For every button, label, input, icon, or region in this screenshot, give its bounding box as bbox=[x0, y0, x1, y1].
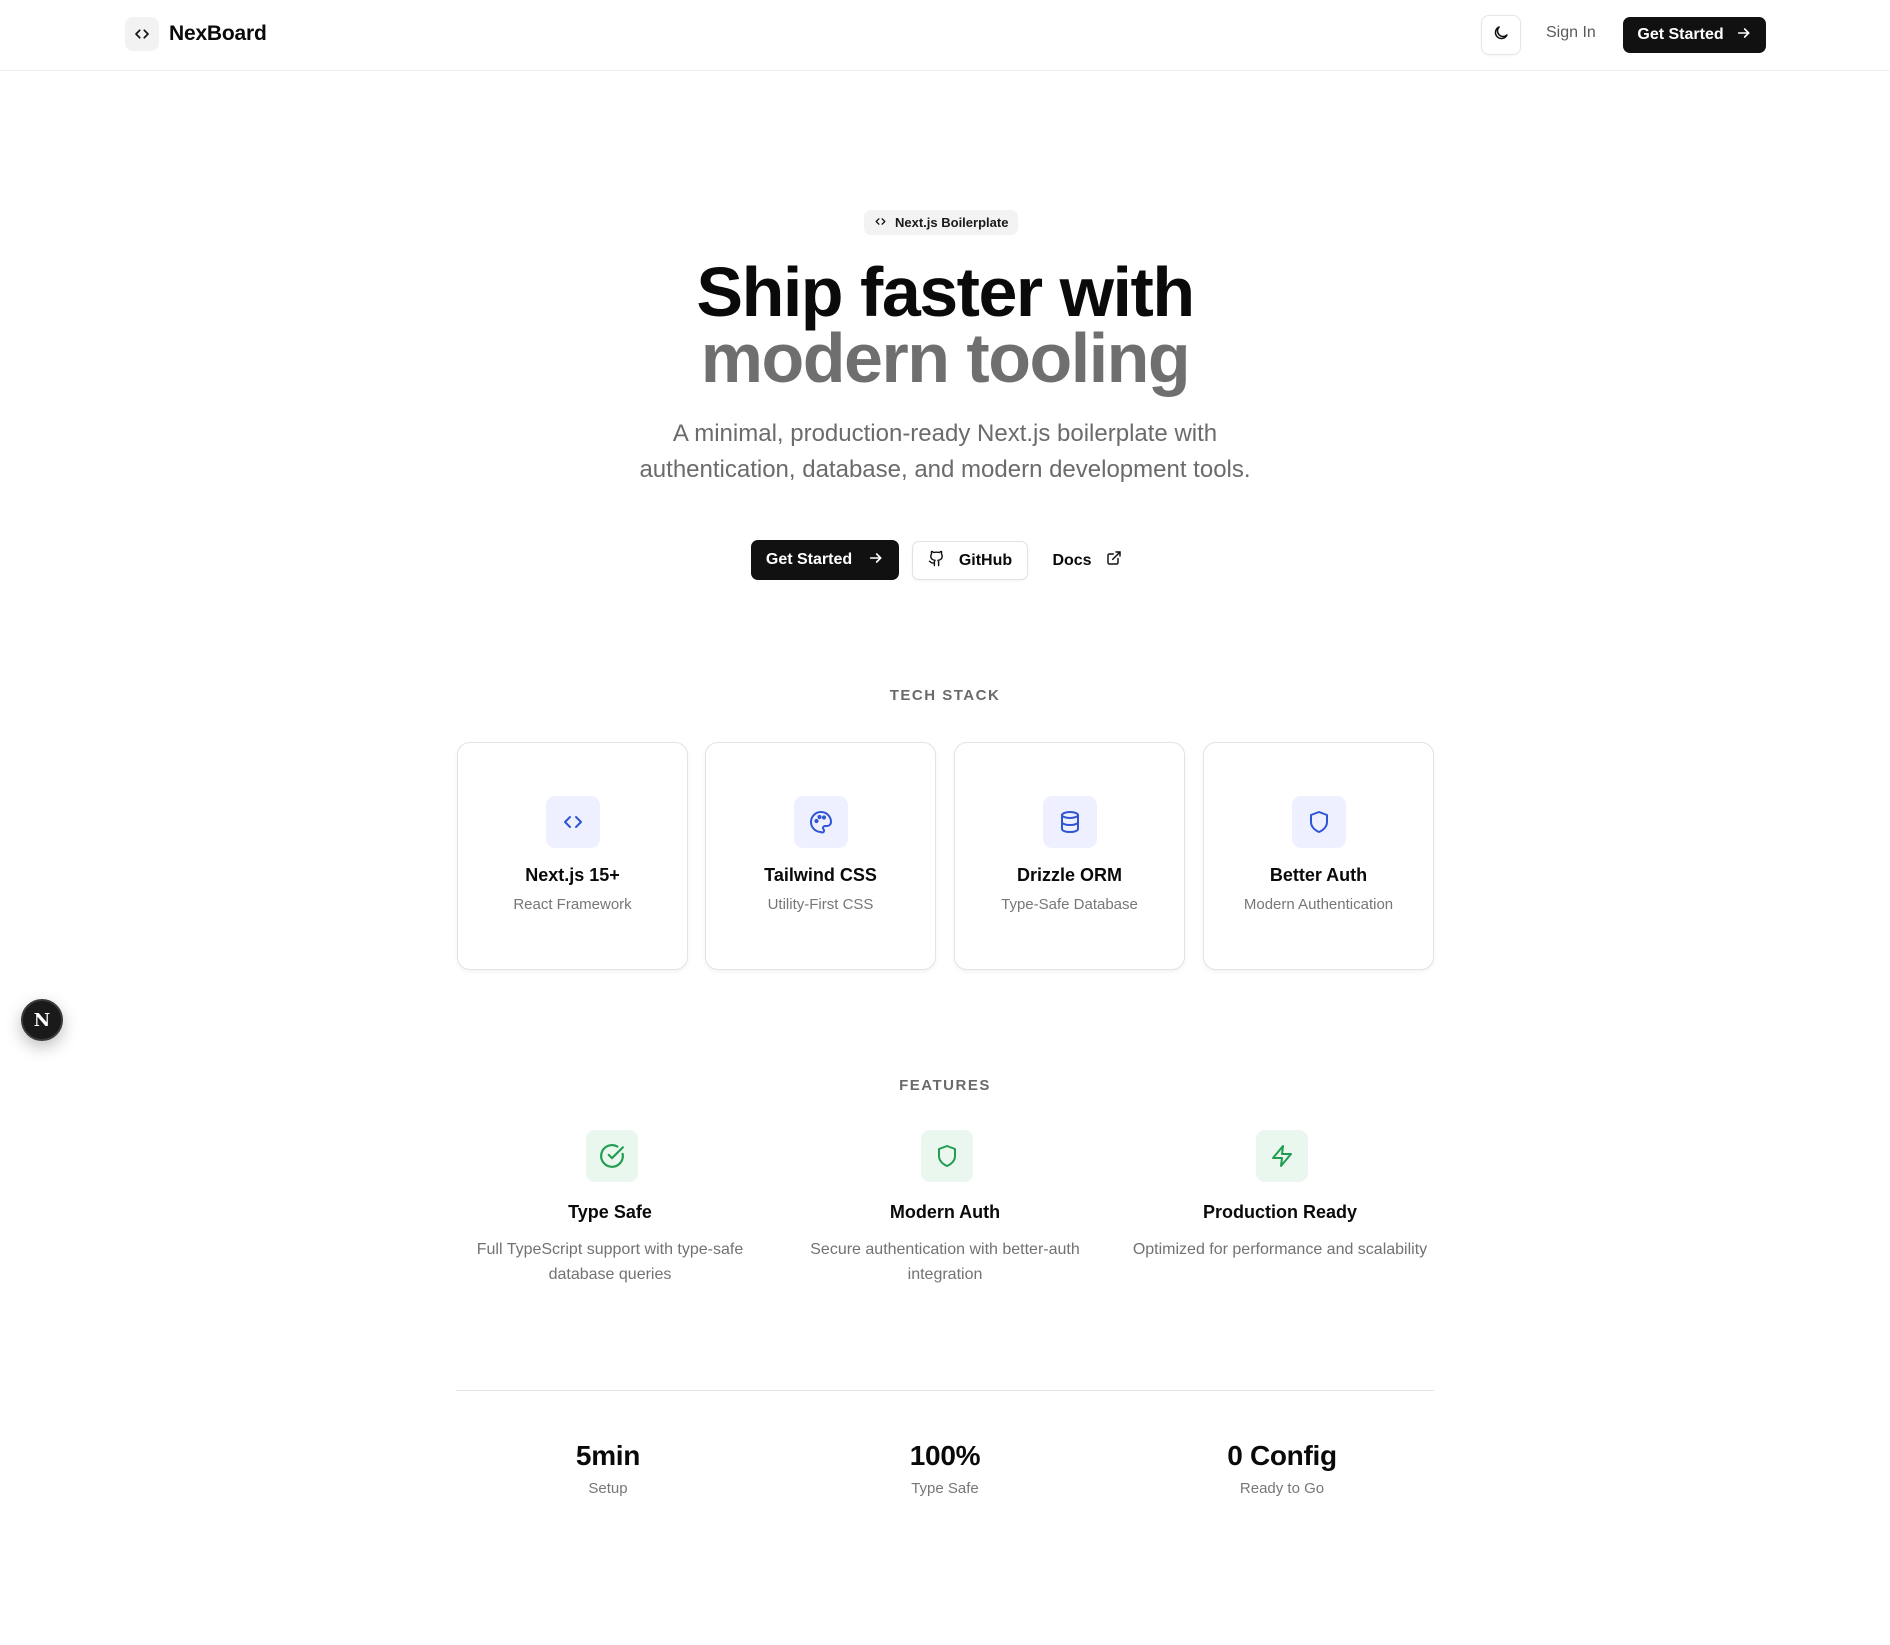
hero-subtitle: A minimal, production-ready Next.js boil… bbox=[545, 416, 1345, 488]
stat-value: 0 Config bbox=[1227, 1440, 1337, 1471]
stat-label: Setup bbox=[588, 1480, 628, 1497]
stat-setup: 5min Setup bbox=[488, 1440, 728, 1497]
tech-card-tailwind[interactable]: Tailwind CSS Utility-First CSS bbox=[705, 742, 936, 970]
shield-icon bbox=[921, 1130, 973, 1182]
header-get-started-label: Get Started bbox=[1637, 26, 1724, 43]
feature-description: Optimized for performance and scalabilit… bbox=[1132, 1241, 1428, 1258]
tech-card-title: Next.js 15+ bbox=[525, 865, 620, 885]
arrow-right-icon bbox=[1736, 25, 1752, 46]
hero-badge-label: Next.js Boilerplate bbox=[895, 215, 1009, 230]
feature-description: Secure authentication with better-auth i… bbox=[810, 1241, 1080, 1283]
github-label: GitHub bbox=[958, 551, 1013, 569]
code-icon bbox=[546, 796, 600, 848]
stat-label: Type Safe bbox=[911, 1480, 979, 1497]
feature-title: Type Safe bbox=[568, 1202, 652, 1222]
header-get-started-button[interactable]: Get Started bbox=[1623, 17, 1766, 53]
section-divider bbox=[456, 1390, 1434, 1391]
stat-value: 5min bbox=[575, 1440, 641, 1471]
stat-value: 100% bbox=[909, 1440, 981, 1471]
database-icon bbox=[1043, 796, 1097, 848]
tech-card-drizzle[interactable]: Drizzle ORM Type-Safe Database bbox=[954, 742, 1185, 970]
stat-type-safe: 100% Type Safe bbox=[825, 1440, 1065, 1497]
hero-title: Ship faster with bbox=[696, 253, 1195, 331]
sign-in-link[interactable]: Sign In bbox=[1546, 24, 1596, 42]
hero-badge: Next.js Boilerplate bbox=[864, 210, 1019, 235]
feature-description: Full TypeScript support with type-safe d… bbox=[476, 1241, 744, 1283]
code-icon bbox=[874, 215, 887, 231]
hero-title-accent: modern tooling bbox=[700, 319, 1191, 397]
tech-card-subtitle: Modern Authentication bbox=[1243, 896, 1394, 913]
top-nav: NexBoard Sign In Get Started bbox=[0, 0, 1890, 71]
features-heading: FEATURES bbox=[899, 1077, 991, 1094]
tech-stack-heading: TECH STACK bbox=[889, 687, 1001, 704]
tech-card-subtitle: Type-Safe Database bbox=[1001, 896, 1138, 913]
tech-card-subtitle: Utility-First CSS bbox=[767, 896, 874, 913]
nextjs-dev-indicator-button[interactable]: N bbox=[21, 999, 63, 1041]
stat-config: 0 Config Ready to Go bbox=[1162, 1440, 1402, 1497]
github-icon bbox=[928, 550, 945, 572]
tech-card-subtitle: React Framework bbox=[513, 896, 632, 913]
check-circle-icon bbox=[586, 1130, 638, 1182]
code-icon bbox=[125, 17, 159, 51]
external-link-icon bbox=[1106, 550, 1122, 571]
brand-name: NexBoard bbox=[169, 22, 267, 45]
shield-icon bbox=[1292, 796, 1346, 848]
tech-card-title: Better Auth bbox=[1269, 865, 1368, 885]
brand[interactable]: NexBoard bbox=[125, 17, 267, 51]
get-started-button[interactable]: Get Started bbox=[751, 540, 899, 580]
get-started-label: Get Started bbox=[765, 551, 853, 568]
tech-card-title: Drizzle ORM bbox=[1016, 865, 1122, 885]
stat-label: Ready to Go bbox=[1239, 1480, 1325, 1497]
tech-card-better-auth[interactable]: Better Auth Modern Authentication bbox=[1203, 742, 1434, 970]
arrow-right-icon bbox=[868, 550, 884, 571]
feature-title: Production Ready bbox=[1202, 1202, 1358, 1222]
hero-subtitle-line: A minimal, production-ready Next.js boil… bbox=[672, 420, 1218, 447]
feature-title: Modern Auth bbox=[889, 1202, 1001, 1222]
theme-toggle-button[interactable] bbox=[1481, 15, 1521, 55]
zap-icon bbox=[1256, 1130, 1308, 1182]
palette-icon bbox=[794, 796, 848, 848]
docs-button[interactable]: Docs bbox=[1042, 541, 1132, 580]
nextjs-logo-letter: N bbox=[33, 1009, 51, 1031]
tech-card-nextjs[interactable]: Next.js 15+ React Framework bbox=[457, 742, 688, 970]
docs-label: Docs bbox=[1052, 551, 1092, 569]
tech-card-title: Tailwind CSS bbox=[764, 865, 877, 885]
github-button[interactable]: GitHub bbox=[912, 541, 1028, 580]
hero-subtitle-line: authentication, database, and modern dev… bbox=[639, 456, 1251, 483]
moon-icon bbox=[1492, 24, 1510, 47]
